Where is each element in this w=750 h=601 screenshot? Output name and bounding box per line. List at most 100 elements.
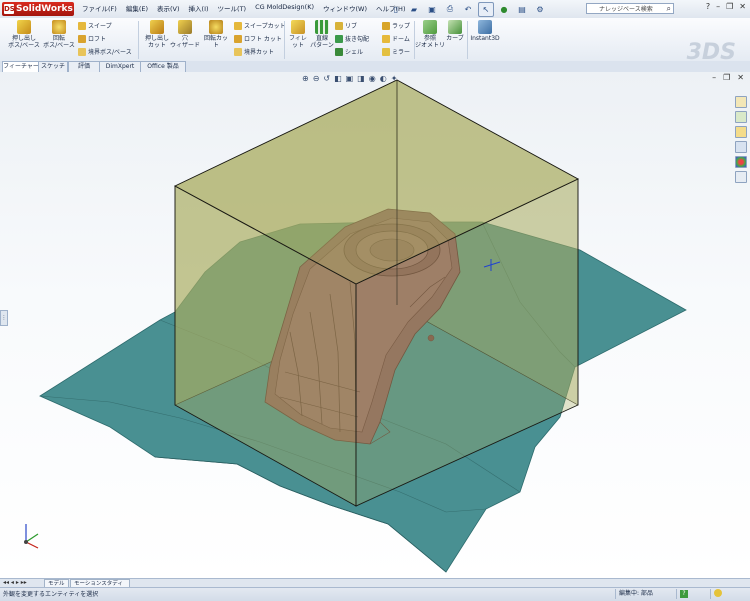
extrude-boss-label: 押し出し ボス/ベース (8, 35, 40, 49)
extrude-cut-button[interactable]: 押し出し カット (142, 20, 172, 49)
menu-view[interactable]: 表示(V) (157, 3, 180, 13)
draft-button[interactable]: 抜き勾配 (335, 34, 369, 43)
instant3d-icon (478, 20, 492, 34)
select-icon[interactable]: ↖ (478, 1, 494, 17)
loft-icon (78, 34, 86, 43)
close-icon[interactable]: ✕ (739, 2, 746, 11)
rib-button[interactable]: リブ (335, 21, 357, 30)
boundary-boss-icon (78, 47, 86, 56)
new-icon[interactable]: ▯ (388, 2, 404, 17)
sweep-button[interactable]: スイープ (78, 21, 112, 30)
hole-wizard-button[interactable]: 穴 ウィザード (170, 20, 201, 49)
model-canvas[interactable] (0, 72, 750, 578)
mirror-icon (382, 47, 390, 56)
tab-sketch[interactable]: スケッチ (38, 61, 68, 72)
boundary-cut-label: 境界カット (244, 49, 275, 56)
boundary-cut-icon (234, 47, 242, 56)
reference-triad (24, 524, 39, 549)
open-icon[interactable]: ▰ (406, 2, 422, 17)
revolve-boss-button[interactable]: 回転 ボス/ベース (43, 20, 75, 49)
dome-button[interactable]: ドーム (382, 34, 410, 43)
loft-button[interactable]: ロフト (78, 34, 106, 43)
print-icon[interactable]: ⎙ (442, 2, 458, 17)
dome-icon (382, 34, 390, 43)
reference-geometry-icon (423, 20, 437, 34)
extrude-boss-icon (17, 20, 31, 34)
search-placeholder: ナレッジベース検索 (599, 6, 653, 13)
app-window-controls: ? – ❐ ✕ (706, 2, 746, 11)
knowledge-base-search[interactable]: ナレッジベース検索 ⌕ (586, 3, 674, 14)
instant3d-button[interactable]: Instant3D (469, 20, 501, 42)
wrap-label: ラップ (392, 23, 411, 30)
menu-tools[interactable]: ツール(T) (218, 3, 247, 13)
shell-icon (335, 47, 343, 56)
revolve-cut-icon (209, 20, 223, 34)
shell-button[interactable]: シェル (335, 47, 363, 56)
ribbon-separator (467, 21, 468, 59)
boundary-boss-button[interactable]: 境界ボス/ベース (78, 47, 132, 56)
quick-tips-icon: ? (680, 590, 688, 598)
tab-office-products[interactable]: Office 製品 (140, 61, 186, 72)
menu-cgmolddesign[interactable]: CG MoldDesign(K) (255, 3, 314, 13)
command-manager: 押し出し ボス/ベース 回転 ボス/ベース スイープ ロフト 境界ボス/ベース … (0, 18, 750, 65)
fillet-button[interactable]: フィレット (287, 20, 309, 49)
help-icon[interactable]: ? (706, 2, 710, 11)
draft-label: 抜き勾配 (345, 36, 370, 43)
wrap-button[interactable]: ラップ (382, 21, 410, 30)
linear-pattern-button[interactable]: 直線 パターン (310, 20, 334, 49)
file-properties-icon[interactable]: ▤ (514, 2, 530, 17)
menu-edit[interactable]: 編集(E) (126, 3, 148, 13)
curves-label: カーブ (446, 35, 464, 42)
extrude-cut-icon (150, 20, 164, 34)
linear-pattern-icon (315, 20, 329, 34)
revolve-cut-button[interactable]: 回転カット (202, 20, 230, 49)
reference-geometry-label: 参照 ジオメトリ (415, 35, 446, 49)
rebuild-icon[interactable]: ● (496, 2, 512, 17)
status-help-cell[interactable]: ? (676, 589, 700, 599)
loft-cut-icon (234, 34, 242, 43)
solidworks-logo-icon: DS (4, 4, 15, 14)
rib-label: リブ (345, 23, 358, 30)
restore-icon[interactable]: ❐ (726, 2, 733, 11)
extrude-cut-label: 押し出し カット (144, 35, 169, 49)
sweep-cut-button[interactable]: スイープカット (234, 21, 286, 30)
sweep-label: スイープ (88, 23, 112, 30)
menu-insert[interactable]: 挿入(I) (189, 3, 209, 13)
fillet-label: フィレット (289, 35, 307, 49)
hole-wizard-label: 穴 ウィザード (170, 35, 201, 49)
options-icon[interactable]: ⚙ (532, 2, 548, 17)
menu-window[interactable]: ウィンドウ(W) (323, 3, 367, 13)
dome-label: ドーム (392, 36, 410, 43)
app-logo[interactable]: DSSolidWorks (2, 2, 74, 16)
status-message: 外観を変更するエンティティを選択 (3, 591, 99, 598)
extrude-boss-button[interactable]: 押し出し ボス/ベース (6, 20, 42, 49)
rib-icon (335, 21, 343, 30)
loft-cut-button[interactable]: ロフト カット (234, 34, 282, 43)
reference-geometry-button[interactable]: 参照 ジオメトリ (415, 20, 446, 49)
minimize-icon[interactable]: – (716, 2, 720, 11)
pencil-icon (714, 589, 722, 597)
status-mode: 編集中: 部品 (615, 589, 675, 599)
boundary-boss-label: 境界ボス/ベース (88, 49, 132, 56)
ribbon-separator (284, 21, 285, 59)
loft-label: ロフト (88, 36, 107, 43)
save-icon[interactable]: ▣ (424, 2, 440, 17)
sweep-icon (78, 21, 86, 30)
graphics-area[interactable]: ⊕ ⊖ ↺ ◧ ▣ ◨ ◉ ◐ ✦ – ❐ ✕ ⋮ (0, 72, 750, 578)
menu-bar: DSSolidWorks ファイル(F) 編集(E) 表示(V) 挿入(I) ツ… (0, 0, 750, 19)
app-brand: SolidWorks (16, 4, 73, 14)
mirror-button[interactable]: ミラー (382, 47, 410, 56)
tab-dimxpert[interactable]: DimXpert (99, 61, 141, 72)
tab-evaluate[interactable]: 評価 (68, 61, 100, 72)
status-tips-cell[interactable] (710, 589, 750, 599)
scroll-left-icon[interactable]: ◂◂ ◂ ▸ ▸▸ (3, 579, 27, 587)
menu-file[interactable]: ファイル(F) (82, 3, 117, 13)
undo-icon[interactable]: ↶ (460, 2, 476, 17)
fillet-icon (291, 20, 305, 34)
loft-cut-label: ロフト カット (244, 36, 282, 43)
boundary-cut-button[interactable]: 境界カット (234, 47, 274, 56)
curves-icon (448, 20, 462, 34)
curves-button[interactable]: カーブ (444, 20, 466, 42)
shell-label: シェル (345, 49, 364, 56)
search-icon[interactable]: ⌕ (667, 4, 671, 14)
